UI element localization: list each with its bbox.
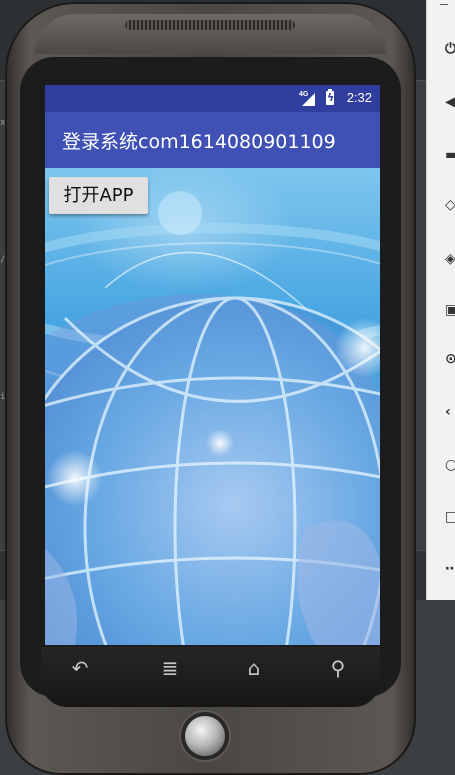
battery-icon [326,89,334,105]
overview-icon[interactable]: □ [445,510,455,524]
rotate-left-icon[interactable]: ◇ [445,198,455,212]
trackball-button[interactable] [185,716,225,756]
back-icon[interactable]: ↶ [68,656,92,680]
menu-icon[interactable]: ≣ [158,656,182,680]
emulator-toolbar: ⏻ ◀ ▬ ◇ ◈ ▣ ⊙ ‹ ○ □ ⋯ [426,0,455,600]
speaker-grille [125,20,295,30]
globe-illustration [45,191,380,645]
status-time: 2:32 [346,90,372,105]
search-icon[interactable]: ⚲ [326,656,350,680]
device-screen: 4G 2:32 登录系统com1614080901109 [45,85,380,645]
status-bar: 4G 2:32 [45,85,380,112]
more-icon[interactable]: ⋯ [445,562,455,576]
page-title: 登录系统com1614080901109 [62,131,336,153]
volume-down-icon[interactable]: ▬ [445,148,455,162]
signal-icon [302,93,315,106]
power-icon[interactable]: ⏻ [445,42,455,56]
hardware-nav-bar: ↶ ≣ ⌂ ⚲ [40,650,370,688]
volume-up-icon[interactable]: ◀ [445,95,455,109]
home-icon[interactable]: ○ [445,458,455,472]
back-icon[interactable]: ‹ [445,405,455,419]
rotate-right-icon[interactable]: ◈ [445,252,455,266]
home-icon[interactable]: ⌂ [242,656,266,680]
app-bar: 登录系统com1614080901109 [45,112,380,168]
open-app-button[interactable]: 打开APP [49,177,148,214]
background-image [45,168,380,645]
minimize-icon[interactable] [440,4,448,5]
camera-icon[interactable]: ▣ [445,303,455,317]
zoom-icon[interactable]: ⊙ [445,352,455,366]
